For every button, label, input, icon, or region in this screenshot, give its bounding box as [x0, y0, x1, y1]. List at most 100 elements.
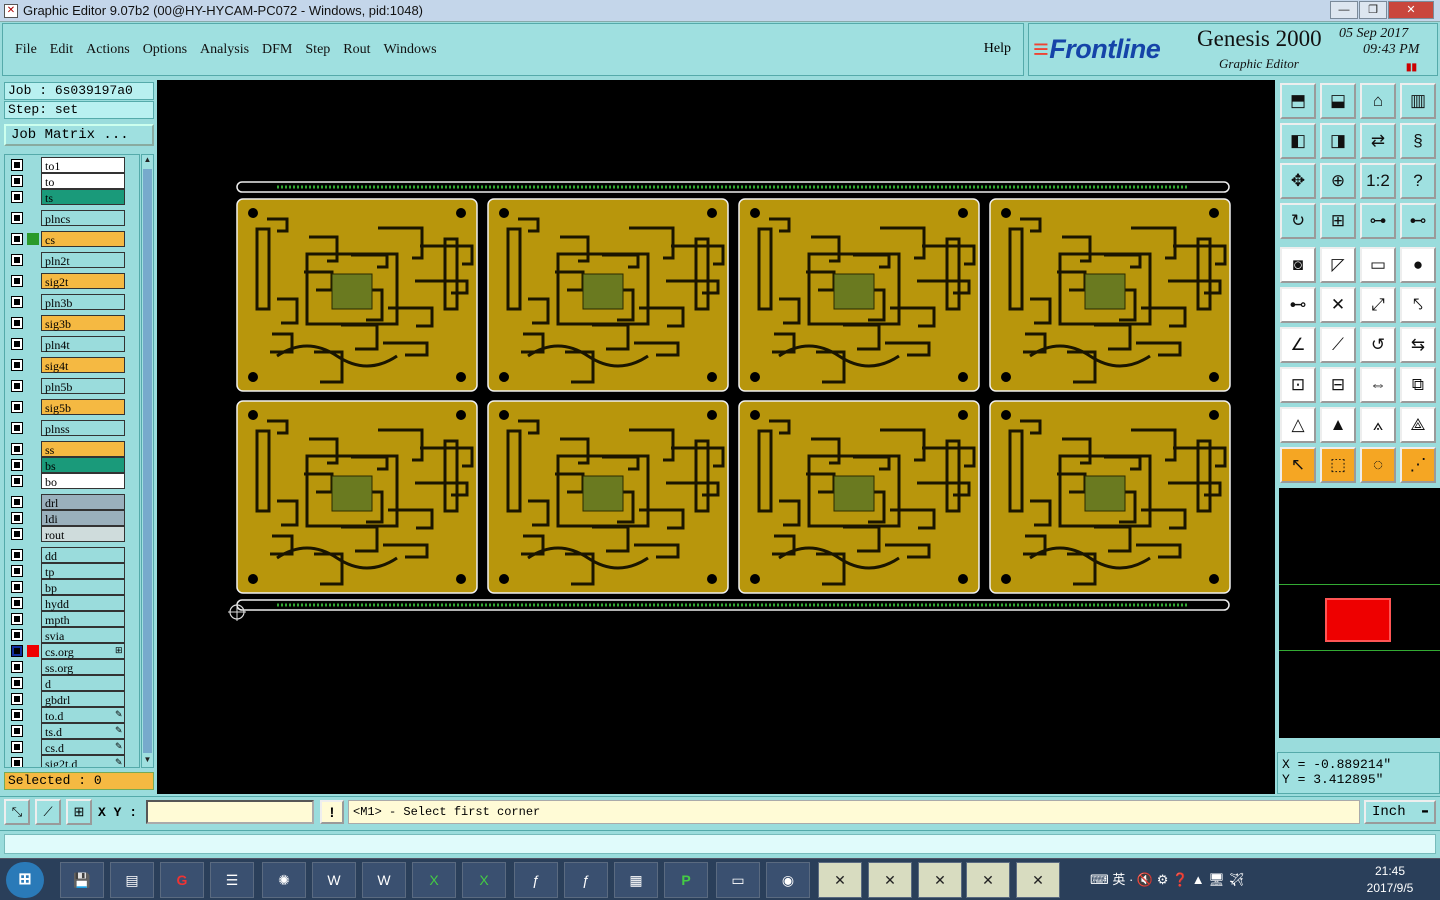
layer-row[interactable]: ts.d ✎	[5, 723, 139, 739]
minimize-button[interactable]: —	[1330, 1, 1358, 19]
graphic-canvas[interactable]	[157, 80, 1275, 794]
layer-name[interactable]: rout	[41, 526, 125, 542]
start-button[interactable]: ⊞	[6, 862, 44, 898]
layer-row[interactable]: ss.org	[5, 659, 139, 675]
layer-row[interactable]: sig2t.d ✎	[5, 755, 139, 767]
message-field[interactable]	[4, 834, 1436, 854]
layer-checkbox[interactable]	[11, 175, 23, 187]
layer-checkbox[interactable]	[11, 528, 23, 540]
cluster-icon[interactable]: ⧉	[1400, 367, 1436, 403]
layer-checkbox[interactable]	[11, 629, 23, 641]
layer-name[interactable]: hydd	[41, 595, 125, 611]
layer-row[interactable]: cs	[5, 231, 139, 247]
scroll-thumb[interactable]	[143, 169, 152, 753]
select-icon[interactable]: ⬚	[1320, 447, 1356, 483]
layer-name[interactable]: to	[41, 173, 125, 189]
panel-left-icon[interactable]: ◧	[1280, 123, 1316, 159]
measure-icon[interactable]: ⊶	[1360, 203, 1396, 239]
menu-edit[interactable]: Edit	[50, 42, 73, 58]
layer-name[interactable]: bs	[41, 457, 125, 473]
layer-checkbox[interactable]	[11, 661, 23, 673]
menu-file[interactable]: File	[15, 42, 37, 58]
word-app-icon[interactable]: W	[312, 862, 356, 898]
layer-row[interactable]: bs	[5, 457, 139, 473]
ruler-icon[interactable]: ▭	[1360, 247, 1396, 283]
layer-checkbox[interactable]	[11, 459, 23, 471]
layer-name[interactable]: gbdrl	[41, 691, 125, 707]
layer-row[interactable]: pln2t	[5, 252, 139, 268]
break-icon[interactable]: ⊡	[1280, 367, 1316, 403]
rotate-icon[interactable]: ↻	[1280, 203, 1316, 239]
layer-name[interactable]: cs.org	[41, 643, 125, 659]
grid-toggle-icon[interactable]: ⊞	[1320, 203, 1356, 239]
menu-windows[interactable]: Windows	[384, 42, 437, 58]
layer-row[interactable]: pln4t	[5, 336, 139, 352]
layer-row[interactable]: sig3b	[5, 315, 139, 331]
menu-help[interactable]: Help	[984, 41, 1011, 57]
fit-all-icon[interactable]: ✥	[1280, 163, 1316, 199]
layer-checkbox[interactable]	[11, 512, 23, 524]
layer-name[interactable]: sig5b	[41, 399, 125, 415]
line-icon[interactable]: ◸	[1320, 247, 1356, 283]
pad-icon[interactable]: ◙	[1280, 247, 1316, 283]
layer-checkbox[interactable]	[11, 613, 23, 625]
layer-checkbox[interactable]	[11, 597, 23, 609]
tri2-icon[interactable]: ▲	[1320, 407, 1356, 443]
layer-checkbox[interactable]	[11, 677, 23, 689]
layer-name[interactable]: to.d	[41, 707, 125, 723]
layer-scrollbar[interactable]: ▲ ▼	[141, 154, 154, 768]
tri3-icon[interactable]: ⟑	[1360, 407, 1396, 443]
flip-icon[interactable]: ⇆	[1400, 327, 1436, 363]
layer-name[interactable]: ss	[41, 441, 125, 457]
layer-row[interactable]: tp	[5, 563, 139, 579]
layer-name[interactable]: plnss	[41, 420, 125, 436]
lasso-icon[interactable]: ◌	[1360, 447, 1396, 483]
editor-open-icon[interactable]: ⬒	[1280, 83, 1316, 119]
scanner-app-icon[interactable]: ▤	[110, 862, 154, 898]
home-icon[interactable]: ⌂	[1360, 83, 1396, 119]
layer-row[interactable]: pln3b	[5, 294, 139, 310]
layer-checkbox[interactable]	[11, 496, 23, 508]
overview-view-box[interactable]	[1325, 598, 1391, 642]
eye-app-icon[interactable]: ◉	[766, 862, 810, 898]
layer-checkbox[interactable]	[11, 275, 23, 287]
layer-row[interactable]: plnss	[5, 420, 139, 436]
menu-analysis[interactable]: Analysis	[200, 42, 249, 58]
layer-checkbox[interactable]	[11, 380, 23, 392]
maximize-button[interactable]: ❐	[1359, 1, 1387, 19]
layer-color-swatch[interactable]	[27, 233, 39, 245]
graphic-editor-task[interactable]: ✕	[818, 862, 862, 898]
arc-icon[interactable]: ↺	[1360, 327, 1396, 363]
notepad-app-icon[interactable]: ☰	[210, 862, 254, 898]
snake-icon[interactable]: §	[1400, 123, 1436, 159]
layer-name[interactable]: pln2t	[41, 252, 125, 268]
job-matrix-button[interactable]: Job Matrix ...	[4, 124, 154, 146]
layer-row[interactable]: bp	[5, 579, 139, 595]
close-button[interactable]: ✕	[1388, 1, 1434, 19]
layer-name[interactable]: ts	[41, 189, 125, 205]
layer-name[interactable]: to1	[41, 157, 125, 173]
save-app-icon[interactable]: 💾	[60, 862, 104, 898]
menu-step[interactable]: Step	[305, 42, 330, 58]
layer-checkbox[interactable]	[11, 549, 23, 561]
alert-icon[interactable]: !	[320, 800, 344, 824]
layer-name[interactable]: pln5b	[41, 378, 125, 394]
taskbar-clock[interactable]: 21:45 2017/9/5	[1360, 863, 1420, 897]
layer-row[interactable]: plncs	[5, 210, 139, 226]
layer-checkbox[interactable]	[11, 359, 23, 371]
slant-icon[interactable]: ⟋	[1320, 327, 1356, 363]
layer-row[interactable]: ldi	[5, 510, 139, 526]
layer-checkbox[interactable]	[11, 475, 23, 487]
layer-checkbox[interactable]	[11, 741, 23, 753]
layer-name[interactable]: d	[41, 675, 125, 691]
layer-name[interactable]: sig2t.d	[41, 755, 125, 767]
layer-checkbox[interactable]	[11, 338, 23, 350]
genesis-app-icon[interactable]: G	[160, 862, 204, 898]
pointer-icon[interactable]: ↖	[1280, 447, 1316, 483]
query-icon[interactable]: ?	[1400, 163, 1436, 199]
angle-icon[interactable]: ∠	[1280, 327, 1316, 363]
zoom-window-icon[interactable]: ⤡	[4, 799, 30, 825]
layer-checkbox[interactable]	[11, 565, 23, 577]
layer-name[interactable]: sig2t	[41, 273, 125, 289]
layer-name[interactable]: tp	[41, 563, 125, 579]
